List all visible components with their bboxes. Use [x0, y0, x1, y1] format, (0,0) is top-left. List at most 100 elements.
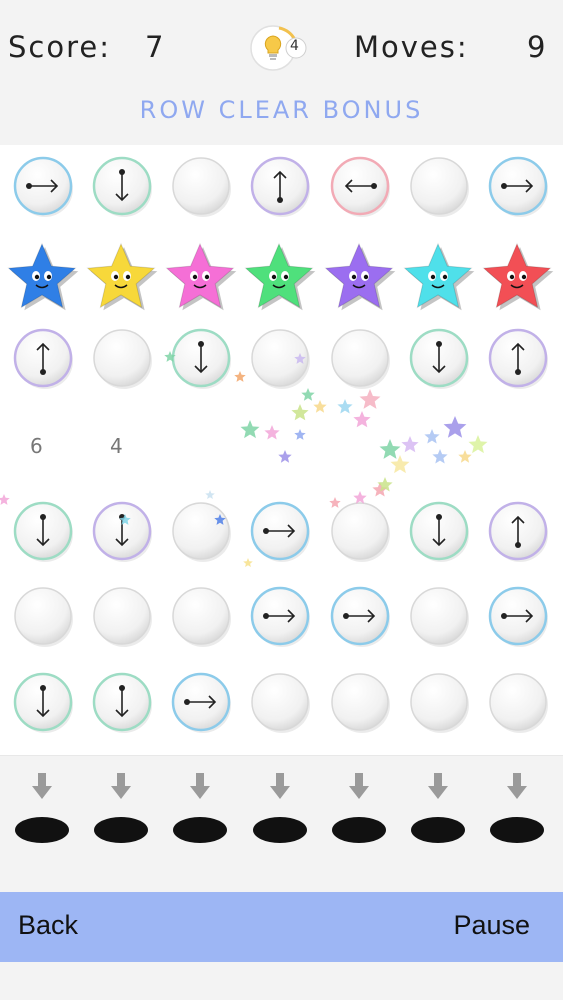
- arrow-marble-down[interactable]: [91, 500, 153, 562]
- drop-hole[interactable]: [14, 771, 70, 851]
- star-piece[interactable]: [402, 241, 476, 315]
- star-icon: [86, 242, 158, 311]
- arrow-marble-up[interactable]: [249, 155, 311, 217]
- arrow-down-icon: [171, 328, 231, 389]
- marble-icon: [251, 329, 310, 389]
- plain-marble[interactable]: [170, 500, 232, 562]
- down-arrow-icon: [411, 773, 465, 843]
- arrow-down-icon: [92, 672, 152, 733]
- arrow-down-icon: [92, 156, 152, 217]
- floating-number: 6: [30, 434, 44, 458]
- star-piece[interactable]: [243, 241, 317, 315]
- arrow-marble-up[interactable]: [487, 327, 549, 389]
- drop-hole[interactable]: [172, 771, 228, 851]
- drop-hole[interactable]: [331, 771, 387, 851]
- arrow-marble-right[interactable]: [12, 155, 74, 217]
- arrow-marble-right[interactable]: [170, 671, 232, 733]
- arrow-down-icon: [409, 328, 469, 389]
- back-button[interactable]: Back: [18, 910, 78, 941]
- star-piece[interactable]: [85, 241, 159, 315]
- arrow-right-icon: [250, 501, 310, 562]
- plain-marble[interactable]: [329, 671, 391, 733]
- drop-hole[interactable]: [489, 771, 545, 851]
- arrow-right-icon: [488, 156, 548, 217]
- arrow-up-icon: [13, 328, 73, 389]
- arrow-right-icon: [13, 156, 73, 217]
- hint-button[interactable]: 4: [249, 22, 307, 74]
- plain-marble[interactable]: [249, 671, 311, 733]
- arrow-down-icon: [409, 501, 469, 562]
- plain-marble[interactable]: [329, 327, 391, 389]
- arrow-marble-down[interactable]: [91, 155, 153, 217]
- drop-hole[interactable]: [93, 771, 149, 851]
- plain-marble[interactable]: [91, 585, 153, 647]
- arrow-marble-right[interactable]: [329, 585, 391, 647]
- arrow-marble-up[interactable]: [12, 327, 74, 389]
- arrow-marble-down[interactable]: [170, 327, 232, 389]
- star-piece[interactable]: [481, 241, 555, 315]
- marble-icon: [172, 157, 231, 217]
- drop-hole[interactable]: [410, 771, 466, 851]
- arrow-marble-right[interactable]: [249, 585, 311, 647]
- plain-marble[interactable]: [12, 585, 74, 647]
- top-hud: Score: 7 4 Moves: 9 ROW CLEAR BONUS: [0, 0, 563, 145]
- arrow-right-icon: [330, 586, 390, 647]
- marble-icon: [410, 587, 469, 647]
- down-arrow-icon: [253, 773, 307, 843]
- plain-marble[interactable]: [170, 585, 232, 647]
- arrow-right-icon: [488, 586, 548, 647]
- star-piece[interactable]: [6, 241, 80, 315]
- star-icon: [244, 242, 316, 311]
- star-piece[interactable]: [323, 241, 397, 315]
- star-piece[interactable]: [164, 241, 238, 315]
- score-value: 7: [145, 30, 166, 64]
- arrow-marble-right[interactable]: [487, 585, 549, 647]
- marble-icon: [410, 157, 469, 217]
- arrow-left-icon: [330, 156, 390, 217]
- marble-icon: [14, 587, 73, 647]
- plain-marble[interactable]: [408, 585, 470, 647]
- moves-label: Moves:: [354, 30, 469, 64]
- arrow-marble-down[interactable]: [12, 500, 74, 562]
- marble-icon: [93, 329, 152, 389]
- plain-marble[interactable]: [91, 327, 153, 389]
- arrow-up-icon: [488, 328, 548, 389]
- arrow-down-icon: [13, 672, 73, 733]
- plain-marble[interactable]: [170, 155, 232, 217]
- hints-count: 4: [290, 38, 299, 54]
- arrow-marble-down[interactable]: [408, 327, 470, 389]
- arrow-marble-right[interactable]: [487, 155, 549, 217]
- arrow-down-icon: [13, 501, 73, 562]
- bottom-strip: [0, 962, 563, 1000]
- pause-button[interactable]: Pause: [453, 910, 530, 941]
- game-board: [0, 145, 563, 755]
- down-arrow-icon: [490, 773, 544, 843]
- plain-marble[interactable]: [408, 671, 470, 733]
- star-icon: [165, 242, 237, 311]
- plain-marble[interactable]: [249, 327, 311, 389]
- down-arrow-icon: [332, 773, 386, 843]
- star-icon: [403, 242, 475, 311]
- arrow-marble-up[interactable]: [487, 500, 549, 562]
- drop-zone: [0, 755, 563, 893]
- marble-icon: [251, 673, 310, 733]
- star-icon: [7, 242, 79, 311]
- down-arrow-icon: [94, 773, 148, 843]
- arrow-up-icon: [250, 156, 310, 217]
- arrow-marble-right[interactable]: [249, 500, 311, 562]
- arrow-marble-down[interactable]: [91, 671, 153, 733]
- marble-icon: [331, 329, 390, 389]
- drop-hole[interactable]: [252, 771, 308, 851]
- arrow-marble-down[interactable]: [12, 671, 74, 733]
- row-clear-bonus-text: ROW CLEAR BONUS: [139, 96, 424, 124]
- plain-marble[interactable]: [487, 671, 549, 733]
- moves-value: 9: [527, 30, 548, 64]
- arrow-marble-down[interactable]: [408, 500, 470, 562]
- marble-icon: [172, 587, 231, 647]
- down-arrow-icon: [15, 773, 69, 843]
- down-arrow-icon: [173, 773, 227, 843]
- plain-marble[interactable]: [408, 155, 470, 217]
- arrow-marble-left[interactable]: [329, 155, 391, 217]
- marble-icon: [172, 502, 231, 562]
- plain-marble[interactable]: [329, 500, 391, 562]
